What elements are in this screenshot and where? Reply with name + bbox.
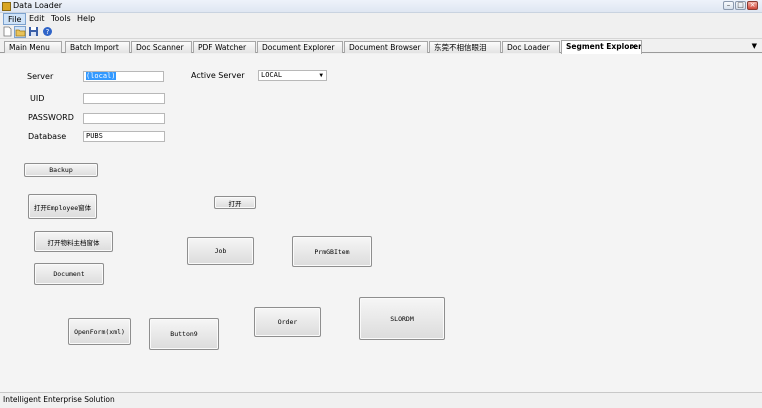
- server-input-value: (local): [86, 72, 116, 80]
- menu-file[interactable]: File: [3, 13, 27, 25]
- menu-edit[interactable]: Edit: [25, 13, 49, 25]
- open-material-form-button[interactable]: 打开物料主档窗体: [34, 231, 113, 252]
- maximize-icon[interactable]: □: [735, 1, 746, 10]
- password-input[interactable]: [83, 113, 165, 124]
- slordm-button[interactable]: SLORDM: [359, 297, 445, 340]
- toolbar: ?: [0, 25, 762, 39]
- tab-doc-loader[interactable]: Doc Loader: [502, 41, 560, 53]
- tab-batch-import[interactable]: Batch Import: [65, 41, 130, 53]
- help-icon[interactable]: ?: [42, 26, 54, 38]
- tab-chinese[interactable]: 东莞不相信眼泪: [429, 41, 501, 53]
- order-button[interactable]: Order: [254, 307, 321, 337]
- tab-close-icon[interactable]: ×: [630, 41, 637, 52]
- button9[interactable]: Button9: [149, 318, 219, 350]
- minimize-icon[interactable]: –: [723, 1, 734, 10]
- title-bar: Data Loader – □ ×: [0, 0, 762, 13]
- active-server-value: LOCAL: [261, 71, 283, 79]
- tab-strip: Main Menu Batch Import Doc Scanner PDF W…: [0, 40, 762, 54]
- menu-bar: File Edit Tools Help: [0, 13, 762, 25]
- new-file-icon[interactable]: [2, 26, 14, 38]
- prmgbitem-button[interactable]: PrmGBItem: [292, 236, 372, 267]
- password-label: PASSWORD: [28, 113, 74, 122]
- tab-doc-scanner[interactable]: Doc Scanner: [131, 41, 192, 53]
- openform-xml-button[interactable]: OpenForm(xml): [68, 318, 131, 345]
- status-bar: Intelligent Enterprise Solution: [0, 392, 762, 408]
- open-button[interactable]: 打开: [214, 196, 256, 209]
- document-button[interactable]: Document: [34, 263, 104, 285]
- tab-segment-explorer[interactable]: Segment Explorer ×: [561, 40, 642, 54]
- tab-list-chevron-down-icon[interactable]: ▼: [752, 42, 757, 50]
- menu-tools[interactable]: Tools: [47, 13, 75, 25]
- server-label: Server: [27, 72, 54, 81]
- database-input[interactable]: PUBS: [83, 131, 165, 142]
- uid-input[interactable]: [83, 93, 165, 104]
- backup-button[interactable]: Backup: [24, 163, 98, 177]
- tab-main-menu[interactable]: Main Menu: [4, 41, 62, 53]
- job-button[interactable]: Job: [187, 237, 254, 265]
- open-employee-form-button[interactable]: 打开Employee窗体: [28, 194, 97, 219]
- app-icon: [2, 2, 11, 11]
- tab-document-browser[interactable]: Document Browser: [344, 41, 428, 53]
- active-server-label: Active Server: [191, 71, 245, 80]
- close-icon[interactable]: ×: [747, 1, 758, 10]
- svg-text:?: ?: [46, 28, 50, 36]
- open-folder-icon[interactable]: [14, 26, 26, 38]
- server-input[interactable]: (local): [83, 71, 164, 82]
- uid-label: UID: [30, 94, 45, 103]
- save-icon[interactable]: [28, 26, 40, 38]
- segment-explorer-panel: Server (local) UID PASSWORD Database PUB…: [0, 54, 762, 392]
- database-label: Database: [28, 132, 67, 141]
- chevron-down-icon: ▼: [319, 72, 323, 79]
- window-title: Data Loader: [13, 1, 63, 10]
- window-controls: – □ ×: [723, 1, 758, 10]
- active-server-select[interactable]: LOCAL ▼: [258, 70, 327, 81]
- tab-document-explorer[interactable]: Document Explorer: [257, 41, 343, 53]
- status-text: Intelligent Enterprise Solution: [3, 395, 115, 404]
- menu-help[interactable]: Help: [73, 13, 99, 25]
- tab-pdf-watcher[interactable]: PDF Watcher: [193, 41, 256, 53]
